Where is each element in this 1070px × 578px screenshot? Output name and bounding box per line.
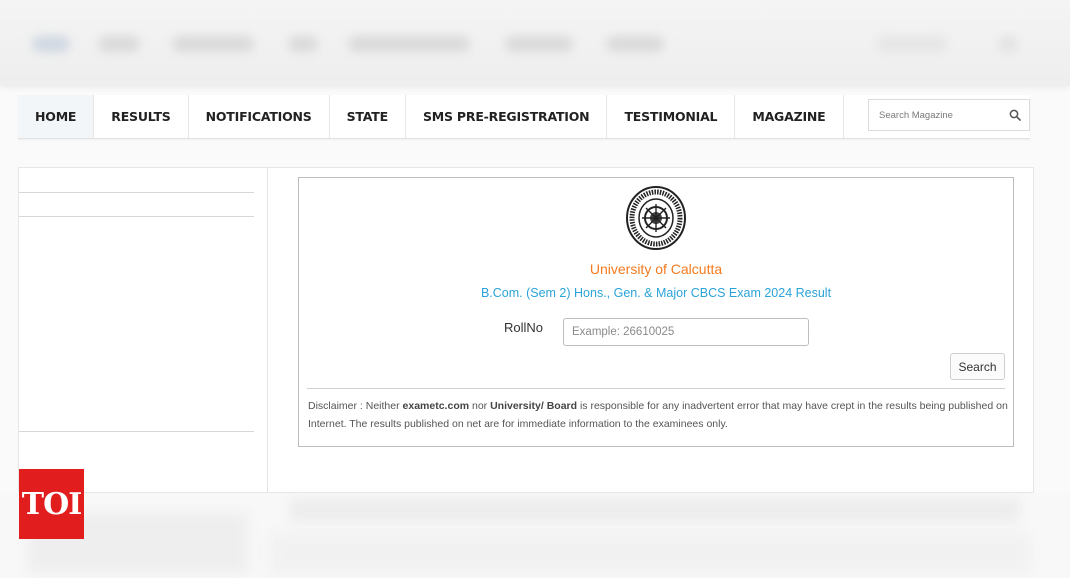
search-icon[interactable] [1009,109,1021,121]
main-nav: HOME RESULTS NOTIFICATIONS STATE SMS PRE… [18,95,1030,139]
disclaimer-text: Disclaimer : Neither exametc.com nor Uni… [308,398,1008,433]
magazine-search [868,99,1030,131]
nav-results[interactable]: RESULTS [94,95,189,138]
nav-testimonial[interactable]: TESTIMONIAL [607,95,736,138]
blurred-item [348,36,470,52]
disclaimer-prefix: Disclaimer : Neither [308,400,403,412]
blurred-item [606,36,664,52]
magazine-search-input[interactable] [877,108,1001,122]
blurred-lower-area [0,493,1070,578]
blurred-item [98,36,140,52]
nav-notifications[interactable]: NOTIFICATIONS [189,95,330,138]
search-button[interactable]: Search [950,353,1005,380]
blurred-top-header [0,0,1070,86]
blurred-item [288,36,318,52]
sidebar-divider [19,216,254,217]
nav-home[interactable]: HOME [18,95,95,138]
blurred-item [172,36,254,52]
disclaimer-site: exametc.com [402,400,470,412]
university-name: University of Calcutta [589,261,723,277]
disclaimer-board: University/ Board [490,400,578,412]
result-form-box: University of Calcutta B.Com. (Sem 2) Ho… [298,177,1014,447]
rollno-label: RollNo [504,320,544,335]
main-content: University of Calcutta B.Com. (Sem 2) Ho… [18,167,1034,494]
disclaimer-mid: nor [469,400,491,412]
university-seal-icon [626,186,686,250]
rollno-input[interactable] [563,318,809,346]
nav-sms-pre-registration[interactable]: SMS PRE-REGISTRATION [406,95,608,138]
sidebar-divider [19,192,254,193]
nav-state[interactable]: STATE [330,95,406,138]
form-divider [307,388,1005,389]
blurred-block [290,499,1020,521]
sidebar-divider [19,431,254,432]
blurred-item [998,36,1018,52]
blurred-item [876,36,948,52]
blurred-logo [32,36,70,52]
blurred-item [505,36,573,52]
nav-magazine[interactable]: MAGAZINE [735,95,844,138]
sidebar [19,168,268,494]
blurred-block [270,533,1030,573]
exam-title: B.Com. (Sem 2) Hons., Gen. & Major CBCS … [480,286,832,300]
toi-logo: TOI [19,469,84,539]
